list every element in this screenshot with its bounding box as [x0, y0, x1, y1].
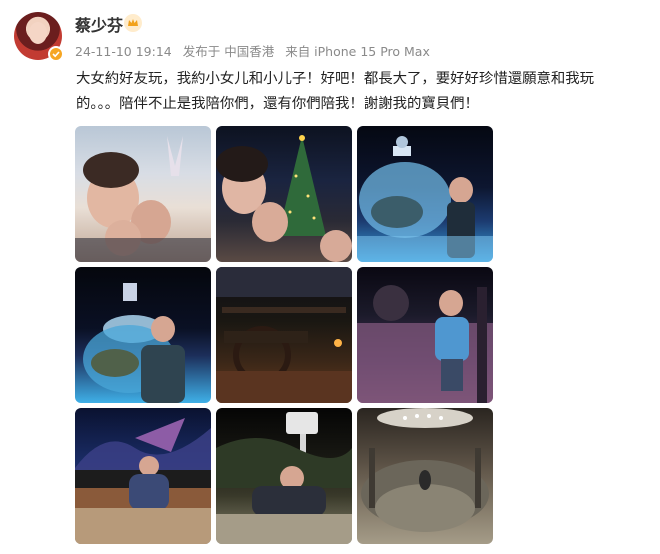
post-date[interactable]: 24-11-10 19:14 — [75, 44, 172, 59]
photo-4[interactable] — [75, 267, 211, 403]
weibo-post: 蔡少芬 24-11-10 19:14 发布于 中国香港 来自 iPhone 15… — [0, 0, 660, 554]
photo-2[interactable] — [216, 126, 352, 262]
post-meta: 24-11-10 19:14 发布于 中国香港 来自 iPhone 15 Pro… — [75, 41, 437, 60]
photo-8[interactable] — [216, 408, 352, 544]
post-text-line-2: 的。。。陪伴不止是我陪你們，還有你們陪我！謝謝我的寶貝們！ — [76, 96, 479, 112]
post-text-line-1: 大女約好友玩，我約小女儿和小儿子！好吧！都長大了，要好好珍惜還願意和我玩 — [76, 71, 595, 87]
photo-6[interactable] — [357, 267, 493, 403]
post-source: 来自 iPhone 15 Pro Max — [285, 44, 430, 59]
photo-9[interactable] — [357, 408, 493, 544]
photo-7[interactable] — [75, 408, 211, 544]
username[interactable]: 蔡少芬 — [75, 12, 123, 36]
verified-badge-icon — [48, 46, 64, 62]
photo-1[interactable] — [75, 126, 211, 262]
photo-3[interactable] — [357, 126, 493, 262]
photo-5[interactable] — [216, 267, 352, 403]
avatar-face — [29, 22, 47, 44]
post-location: 发布于 中国香港 — [182, 44, 275, 59]
crown-icon[interactable] — [124, 14, 142, 32]
post-text: 大女約好友玩，我約小女儿和小儿子！好吧！都長大了，要好好珍惜還願意和我玩 的。。… — [76, 67, 646, 117]
